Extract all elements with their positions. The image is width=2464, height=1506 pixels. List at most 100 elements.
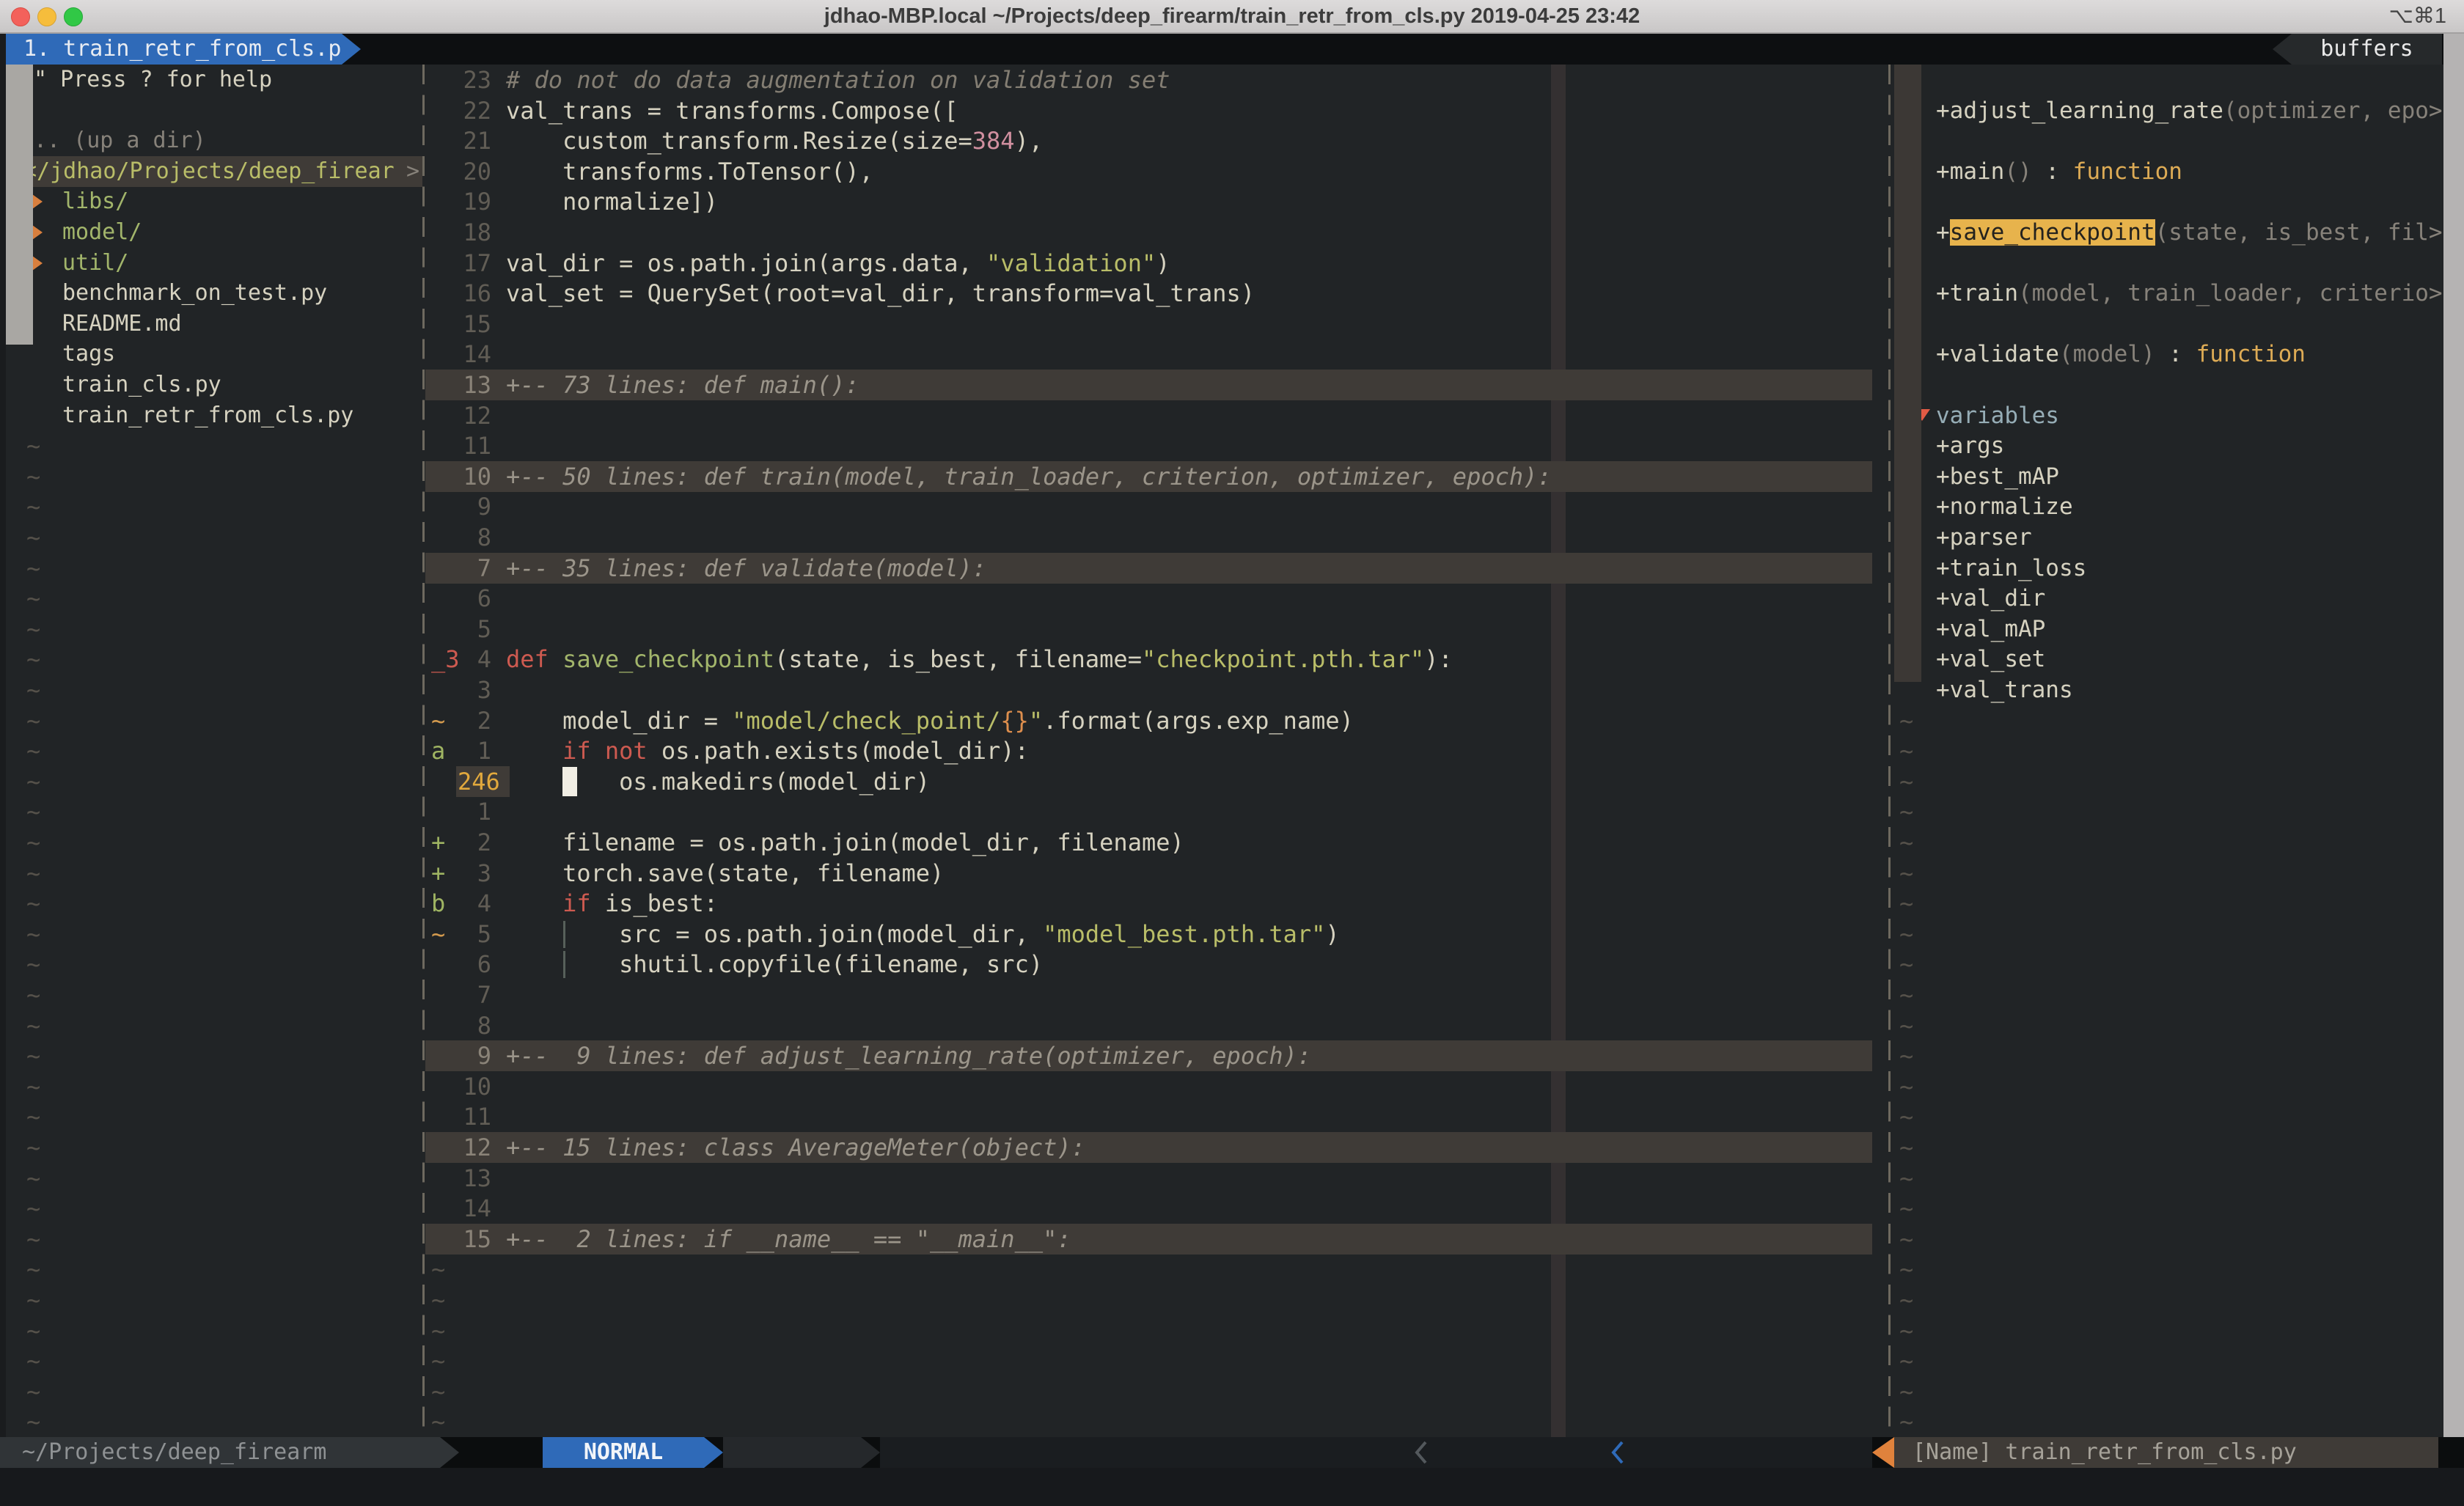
tree-item[interactable]: util/ — [22, 248, 422, 279]
empty-line-tilde[interactable]: ~ — [26, 461, 427, 492]
tree-item[interactable]: benchmark_on_test.py — [22, 278, 422, 309]
empty-line-tilde[interactable]: ~ — [26, 796, 427, 827]
editor-line[interactable]: 6 shutil.copyfile(filename, src) — [425, 949, 1888, 980]
empty-line-tilde[interactable]: ~ — [26, 614, 427, 644]
editor-line[interactable]: 8 — [425, 1010, 1888, 1041]
window-separator[interactable] — [1888, 65, 1891, 1437]
nerdtree-scrollbar-thumb[interactable] — [6, 65, 33, 345]
tag-item[interactable]: +val_mAP — [1894, 614, 2442, 644]
editor-line[interactable]: 18 — [425, 217, 1888, 248]
tag-item[interactable]: +save_checkpoint(state, is_best, fil> — [1894, 217, 2442, 248]
empty-line-tilde[interactable]: ~ — [1899, 1345, 2447, 1376]
empty-line-tilde[interactable]: ~ — [1899, 827, 2447, 858]
editor-line[interactable]: 13+-- 73 lines: def main(): — [425, 370, 1888, 400]
editor-line[interactable]: 16val_set = QuerySet(root=val_dir, trans… — [425, 278, 1888, 309]
editor-line[interactable]: 7 — [425, 980, 1888, 1010]
empty-line-tilde[interactable]: ~ — [1899, 1315, 2447, 1346]
empty-line-tilde[interactable]: ~ — [26, 1010, 427, 1041]
empty-line-tilde[interactable]: ~ — [1899, 796, 2447, 827]
empty-line-tilde[interactable]: ~ — [26, 827, 427, 858]
tree-item[interactable]: .. (up a dir) — [22, 125, 422, 156]
editor-line[interactable]: 10+-- 50 lines: def train(model, train_l… — [425, 461, 1888, 492]
empty-line-tilde[interactable]: ~ — [431, 1254, 1894, 1285]
empty-line-tilde[interactable]: ~ — [431, 1376, 1894, 1407]
editor-line[interactable]: 14 — [425, 339, 1888, 370]
tag-item[interactable]: +best_mAP — [1894, 461, 2442, 492]
empty-line-tilde[interactable]: ~ — [26, 1315, 427, 1346]
tag-item[interactable]: +main() : function — [1894, 156, 2442, 187]
empty-line-tilde[interactable]: ~ — [1899, 1406, 2447, 1437]
tag-item[interactable]: +val_trans — [1894, 675, 2442, 705]
empty-line-tilde[interactable]: ~ — [26, 644, 427, 675]
empty-line-tilde[interactable]: ~ — [1899, 1010, 2447, 1041]
editor-line[interactable]: 23# do not do data augmentation on valid… — [425, 65, 1888, 95]
editor-line[interactable]: 5~ src = os.path.join(model_dir, "model_… — [425, 919, 1888, 949]
empty-line-tilde[interactable]: ~ — [26, 1406, 427, 1437]
empty-line-tilde[interactable]: ~ — [26, 553, 427, 584]
empty-line-tilde[interactable]: ~ — [26, 1101, 427, 1132]
right-scrollbar-track[interactable] — [2443, 34, 2464, 1506]
editor-line[interactable]: 15 — [425, 309, 1888, 339]
tagbar-panel[interactable]: +adjust_learning_rate(optimizer, epo>+ma… — [1894, 65, 2442, 1437]
editor-line[interactable]: 2~ model_dir = "model/check_point/{}".fo… — [425, 705, 1888, 736]
editor-line[interactable]: 10 — [425, 1071, 1888, 1102]
empty-line-tilde[interactable]: ~ — [1899, 1132, 2447, 1163]
empty-line-tilde[interactable]: ~ — [1899, 1254, 2447, 1285]
empty-line-tilde[interactable]: ~ — [1899, 980, 2447, 1010]
editor-line[interactable]: 12 — [425, 400, 1888, 431]
editor-line[interactable]: 5 — [425, 614, 1888, 644]
empty-line-tilde[interactable]: ~ — [26, 1345, 427, 1376]
empty-line-tilde[interactable]: ~ — [431, 1345, 1894, 1376]
empty-line-tilde[interactable]: ~ — [1899, 705, 2447, 736]
empty-line-tilde[interactable]: ~ — [26, 1040, 427, 1071]
empty-line-tilde[interactable]: ~ — [1899, 1376, 2447, 1407]
empty-line-tilde[interactable]: ~ — [1899, 1163, 2447, 1194]
empty-line-tilde[interactable]: ~ — [26, 888, 427, 919]
tag-item[interactable]: +validate(model) : function — [1894, 339, 2442, 370]
editor-line[interactable]: 17val_dir = os.path.join(args.data, "val… — [425, 248, 1888, 279]
empty-line-tilde[interactable]: ~ — [26, 675, 427, 705]
editor-line[interactable]: 9+-- 9 lines: def adjust_learning_rate(o… — [425, 1040, 1888, 1071]
tag-item[interactable]: +train(model, train_loader, criterio> — [1894, 278, 2442, 309]
empty-line-tilde[interactable]: ~ — [26, 1376, 427, 1407]
tree-item[interactable]: </jdhao/Projects/deep_firear> — [22, 156, 422, 187]
empty-line-tilde[interactable]: ~ — [1899, 1040, 2447, 1071]
empty-line-tilde[interactable]: ~ — [1899, 1193, 2447, 1224]
empty-line-tilde[interactable]: ~ — [26, 1224, 427, 1255]
editor-line[interactable]: 9 — [425, 491, 1888, 522]
editor-line[interactable]: 2+ filename = os.path.join(model_dir, fi… — [425, 827, 1888, 858]
empty-line-tilde[interactable]: ~ — [26, 766, 427, 797]
editor-line[interactable]: 21 custom_transform.Resize(size=384), — [425, 125, 1888, 156]
editor-line[interactable]: 3+ torch.save(state, filename) — [425, 858, 1888, 889]
empty-line-tilde[interactable]: ~ — [1899, 735, 2447, 766]
empty-line-tilde[interactable]: ~ — [26, 1193, 427, 1224]
tree-item[interactable]: model/ — [22, 217, 422, 248]
empty-line-tilde[interactable]: ~ — [431, 1406, 1894, 1437]
tree-item[interactable]: README.md — [22, 309, 422, 339]
empty-line-tilde[interactable]: ~ — [1899, 1101, 2447, 1132]
empty-line-tilde[interactable]: ~ — [26, 705, 427, 736]
empty-line-tilde[interactable]: ~ — [431, 1315, 1894, 1346]
folder-collapsed-icon[interactable] — [32, 256, 43, 271]
editor-line[interactable]: 8 — [425, 522, 1888, 553]
folder-collapsed-icon[interactable] — [32, 225, 43, 240]
editor-line[interactable]: 4b if is_best: — [425, 888, 1888, 919]
editor-panel[interactable]: 23# do not do data augmentation on valid… — [425, 65, 1888, 1437]
editor-line[interactable]: 11 — [425, 1101, 1888, 1132]
editor-line[interactable]: 7+-- 35 lines: def validate(model): — [425, 553, 1888, 584]
empty-line-tilde[interactable]: ~ — [26, 583, 427, 614]
empty-line-tilde[interactable]: ~ — [26, 522, 427, 553]
empty-line-tilde[interactable]: ~ — [26, 491, 427, 522]
empty-line-tilde[interactable]: ~ — [1899, 888, 2447, 919]
tag-item[interactable]: +normalize — [1894, 491, 2442, 522]
empty-line-tilde[interactable]: ~ — [26, 735, 427, 766]
editor-line[interactable]: 13 — [425, 1163, 1888, 1194]
empty-line-tilde[interactable]: ~ — [1899, 766, 2447, 797]
editor-line[interactable]: 11 — [425, 430, 1888, 461]
empty-line-tilde[interactable]: ~ — [26, 1285, 427, 1315]
tree-item[interactable]: libs/ — [22, 186, 422, 217]
folder-collapsed-icon[interactable] — [32, 194, 43, 209]
empty-line-tilde[interactable]: ~ — [26, 858, 427, 889]
tag-item[interactable]: +parser — [1894, 522, 2442, 553]
empty-line-tilde[interactable]: ~ — [26, 1163, 427, 1194]
